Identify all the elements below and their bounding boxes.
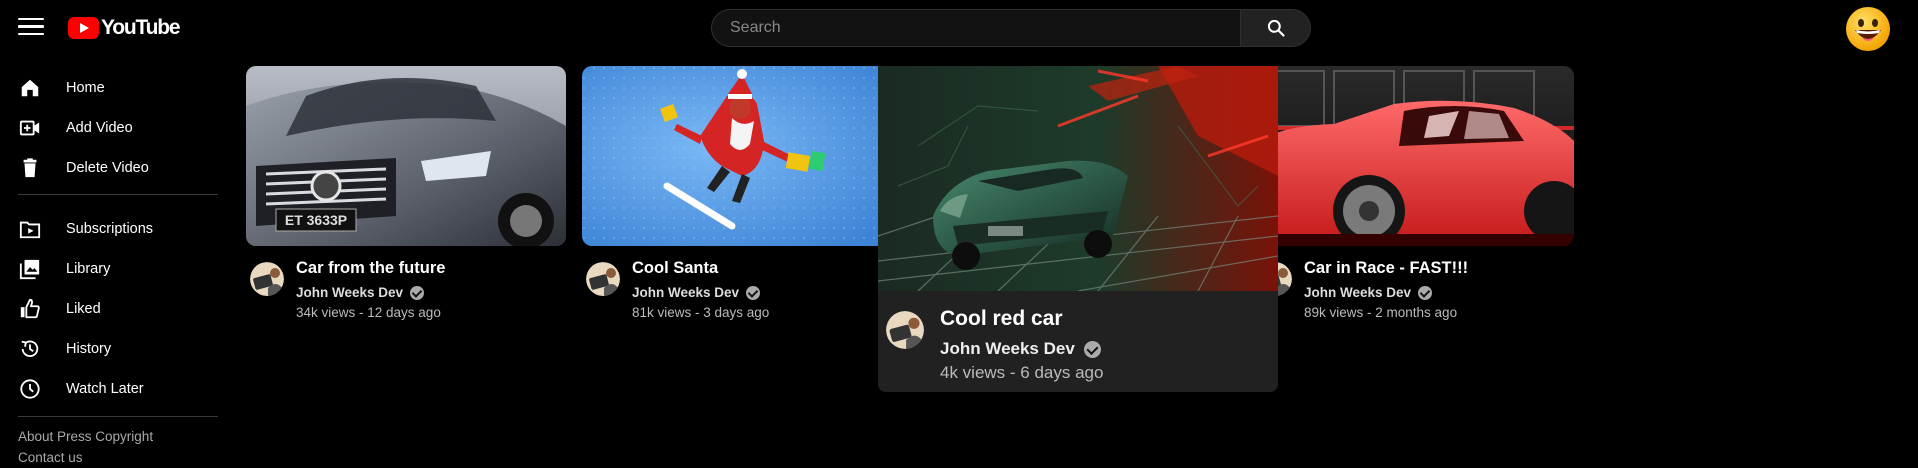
- video-stats: 4k views - 6 days ago: [940, 363, 1104, 382]
- history-icon: [18, 337, 42, 361]
- sidebar-item-liked[interactable]: Liked: [18, 291, 218, 327]
- video-title[interactable]: Cool red car: [940, 307, 1063, 331]
- sidebar-divider: [18, 194, 218, 195]
- thumbs-up-icon: [18, 297, 42, 321]
- video-card[interactable]: Cool Santa John Weeks Dev 81k views - 3 …: [582, 66, 902, 326]
- sidebar-item-watch-later[interactable]: Watch Later: [18, 371, 218, 407]
- search-icon: [1267, 19, 1285, 37]
- footer-links[interactable]: About Press Copyright: [18, 429, 153, 444]
- channel-name[interactable]: John Weeks Dev: [296, 285, 425, 300]
- verified-check-icon: [746, 285, 761, 300]
- add-video-icon: [18, 116, 42, 140]
- sidebar-divider: [18, 416, 218, 417]
- channel-avatar[interactable]: [886, 311, 924, 349]
- search-input[interactable]: [711, 9, 1240, 47]
- contact-link[interactable]: Contact us: [18, 450, 83, 465]
- hamburger-menu-icon[interactable]: [18, 18, 44, 38]
- video-meta: Cool Santa John Weeks Dev 81k views - 3 …: [582, 246, 902, 326]
- verified-check-icon: [1083, 340, 1101, 358]
- sidebar-item-label: Liked: [66, 301, 101, 317]
- channel-name[interactable]: John Weeks Dev: [632, 285, 761, 300]
- svg-text:ET 3633P: ET 3633P: [285, 212, 347, 228]
- channel-name-text: John Weeks Dev: [632, 285, 740, 300]
- search-button[interactable]: [1240, 9, 1311, 47]
- sidebar-item-label: Watch Later: [66, 381, 144, 397]
- video-stats: 89k views - 2 months ago: [1304, 305, 1458, 320]
- sidebar-item-subscriptions[interactable]: Subscriptions: [18, 211, 218, 247]
- video-thumbnail[interactable]: [1254, 66, 1574, 246]
- library-icon: [18, 257, 42, 281]
- video-thumbnail[interactable]: [582, 66, 902, 246]
- video-title[interactable]: Car in Race - FAST!!!: [1304, 259, 1468, 278]
- video-stats: 81k views - 3 days ago: [632, 305, 770, 320]
- sidebar-item-label: Subscriptions: [66, 221, 154, 237]
- video-meta: Cool red car John Weeks Dev 4k views - 6…: [878, 291, 1278, 392]
- sidebar-item-history[interactable]: History: [18, 331, 218, 367]
- video-card[interactable]: ET 3633P Car from the future John Weeks …: [246, 66, 566, 326]
- smiley-face-icon[interactable]: [1845, 6, 1891, 52]
- channel-name-text: John Weeks Dev: [940, 339, 1075, 358]
- video-title[interactable]: Car from the future: [296, 259, 445, 278]
- sidebar-item-home[interactable]: Home: [18, 70, 218, 106]
- sidebar-item-add-video[interactable]: Add Video: [18, 110, 218, 146]
- video-thumbnail[interactable]: [878, 66, 1278, 291]
- channel-avatar[interactable]: [586, 262, 620, 296]
- sidebar-item-label: Home: [66, 80, 105, 96]
- video-card[interactable]: Car in Race - FAST!!! John Weeks Dev 89k…: [1254, 66, 1574, 326]
- youtube-play-icon: [68, 17, 99, 39]
- sidebar-footer: About Press Copyright Contact us: [18, 426, 153, 468]
- clock-icon: [18, 377, 42, 401]
- video-meta: Car from the future John Weeks Dev 34k v…: [246, 246, 566, 326]
- channel-name-text: John Weeks Dev: [1304, 285, 1412, 300]
- video-meta: Car in Race - FAST!!! John Weeks Dev 89k…: [1254, 246, 1574, 326]
- channel-name-text: John Weeks Dev: [296, 285, 404, 300]
- sidebar-item-label: History: [66, 341, 112, 357]
- verified-check-icon: [410, 285, 425, 300]
- sidebar-item-label: Add Video: [66, 120, 133, 136]
- top-bar: YouTube: [0, 0, 1918, 56]
- channel-avatar[interactable]: [250, 262, 284, 296]
- search-bar: [711, 9, 1311, 47]
- trash-icon: [18, 156, 42, 180]
- subscriptions-icon: [18, 217, 42, 241]
- channel-name[interactable]: John Weeks Dev: [1304, 285, 1433, 300]
- video-thumbnail[interactable]: ET 3633P: [246, 66, 566, 246]
- sidebar-item-label: Delete Video: [66, 160, 149, 176]
- home-icon: [18, 76, 42, 100]
- verified-check-icon: [1418, 285, 1433, 300]
- youtube-logo[interactable]: YouTube: [68, 16, 181, 40]
- sidebar-item-label: Library: [66, 261, 111, 277]
- sidebar-item-delete-video[interactable]: Delete Video: [18, 150, 218, 186]
- logo-text: YouTube: [101, 16, 181, 39]
- sidebar: Home Add Video Delete Video Subscription…: [0, 56, 230, 468]
- sidebar-item-library[interactable]: Library: [18, 251, 218, 287]
- channel-name[interactable]: John Weeks Dev: [940, 339, 1101, 359]
- video-stats: 34k views - 12 days ago: [296, 305, 441, 320]
- video-card-hover-preview[interactable]: Cool red car John Weeks Dev 4k views - 6…: [878, 66, 1278, 392]
- video-title[interactable]: Cool Santa: [632, 259, 718, 278]
